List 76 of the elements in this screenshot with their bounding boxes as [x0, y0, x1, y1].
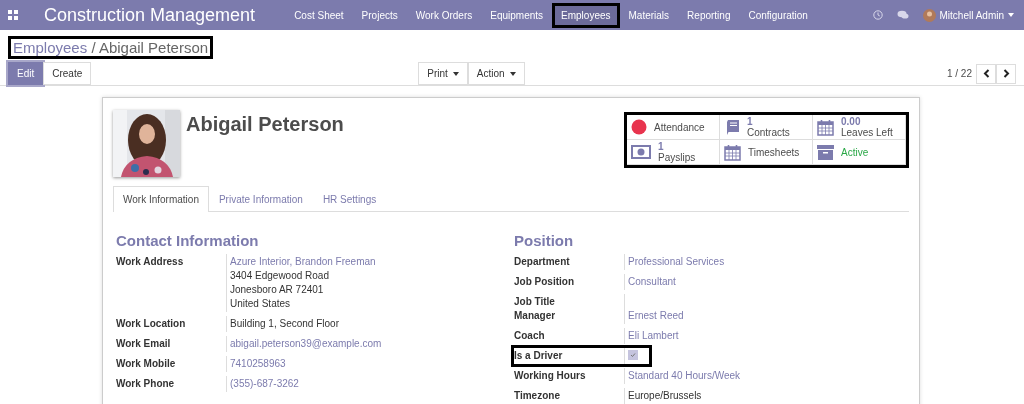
stat-button[interactable]: Active [813, 140, 906, 165]
field-link[interactable]: Professional Services [628, 256, 725, 268]
field-link[interactable]: Consultant [628, 276, 676, 288]
status-dot-icon [631, 119, 647, 135]
calendar-icon [817, 118, 834, 136]
menu-item[interactable]: Reporting [678, 2, 740, 28]
menu-item[interactable]: Work Orders [406, 2, 482, 28]
field-label: Manager [514, 309, 557, 323]
field-value: United States [230, 298, 292, 310]
chevron-left-icon [982, 69, 990, 78]
field-label: Coach [514, 329, 546, 343]
dropdown-button[interactable]: Print [418, 62, 468, 85]
avatar-icon[interactable] [922, 8, 936, 22]
menu-item[interactable]: Cost Sheet [285, 2, 353, 28]
field-link[interactable]: Azure Interior, Brandon Freeman [230, 256, 376, 268]
section-title: Contact Information [116, 232, 260, 249]
apps-menu-icon[interactable] [8, 10, 18, 20]
next-button[interactable] [996, 63, 1016, 84]
breadcrumb-link[interactable]: Employees [13, 39, 88, 56]
dropdown-button[interactable]: Action [467, 62, 525, 85]
field-link[interactable]: Ernest Reed [628, 310, 684, 322]
field-label: Job Title [514, 295, 556, 308]
field-value: Jonesboro AR 72401 [230, 284, 325, 296]
caret-icon [509, 71, 516, 76]
caret-icon[interactable] [1008, 13, 1014, 17]
create-button[interactable]: Create [43, 62, 92, 85]
menu-item[interactable]: Configuration [739, 2, 817, 28]
pager-value: 1 / 22 [946, 68, 972, 79]
tab[interactable]: Work Information [113, 186, 209, 212]
breadcrumb-current: Abigail Peterson [98, 39, 209, 56]
employee-name: Abigail Peterson [186, 113, 344, 137]
chat-icon[interactable] [896, 10, 909, 20]
field-label: Work Phone [116, 377, 176, 391]
edit-button[interactable]: Edit [8, 62, 44, 85]
check-icon [630, 352, 636, 358]
field-label: Work Mobile [116, 357, 177, 371]
field-value: Building 1, Second Floor [230, 318, 339, 330]
archive-icon [817, 144, 834, 160]
field-link[interactable]: 7410258963 [230, 358, 286, 370]
section-title: Position [514, 232, 575, 249]
field-label: Work Address [116, 255, 185, 269]
stat-button[interactable]: Attendance [627, 115, 720, 140]
field-label: Working Hours [514, 369, 587, 383]
checkbox[interactable] [628, 350, 638, 360]
field-value: 3404 Edgewood Road [230, 270, 330, 282]
menu-item[interactable]: Equipments [481, 2, 553, 28]
field-label: Is a Driver [514, 349, 564, 363]
caret-icon [452, 71, 459, 76]
calendar-icon [724, 143, 741, 161]
previous-button[interactable] [976, 63, 996, 84]
menu-item[interactable]: Materials [619, 2, 679, 28]
field-label: Work Email [116, 337, 172, 351]
field-link[interactable]: abigail.peterson39@example.com [230, 338, 382, 350]
app-title: Construction Management [44, 4, 256, 26]
stat-button[interactable]: 1 Contracts [720, 115, 813, 140]
stat-button[interactable]: 0.00 Leaves Left [813, 115, 906, 140]
breadcrumb-separator: / [91, 39, 96, 56]
field-link[interactable]: Standard 40 Hours/Week [628, 370, 741, 382]
field-label: Work Location [116, 317, 187, 331]
banknote-icon [631, 145, 651, 159]
stat-button[interactable]: Timesheets [720, 140, 813, 165]
chevron-right-icon [1002, 69, 1010, 78]
menu-item[interactable]: Projects [352, 2, 407, 28]
menu-item[interactable]: Employees [552, 2, 620, 28]
field-label: Timezone [514, 389, 561, 403]
tab[interactable]: Private Information [208, 186, 313, 212]
field-label: Department [514, 255, 571, 269]
tab[interactable]: HR Settings [312, 186, 387, 212]
clock-icon[interactable] [872, 10, 883, 20]
field-value: Europe/Brussels [628, 390, 702, 402]
user-name[interactable]: Mitchell Admin [939, 9, 1004, 21]
stat-button[interactable]: 1 Payslips [627, 140, 720, 165]
book-icon [724, 118, 740, 136]
field-link[interactable]: Eli Lambert [628, 330, 679, 342]
field-link[interactable]: (355)-687-3262 [230, 378, 299, 390]
field-label: Job Position [514, 275, 575, 289]
